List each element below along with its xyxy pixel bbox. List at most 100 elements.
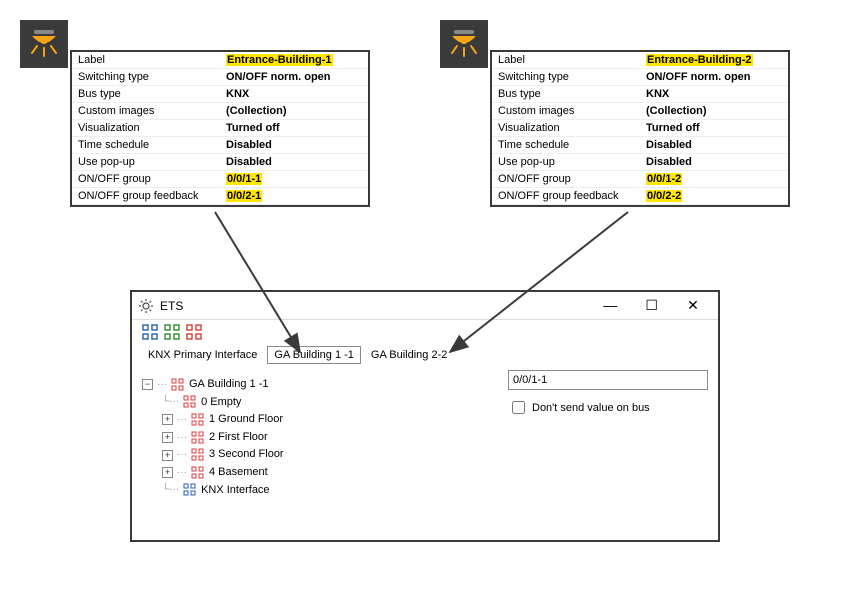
ets-window: ETS — ☐ ✕ KNX Primary Interface GA Build… [130, 290, 720, 542]
prop-row: Use pop-upDisabled [72, 154, 368, 171]
prop-key: ON/OFF group [492, 171, 640, 188]
gear-icon [138, 298, 154, 314]
prop-val: 0/0/2-2 [640, 188, 788, 205]
prop-val: Disabled [640, 154, 788, 171]
prop-row: Bus typeKNX [72, 86, 368, 103]
expand-icon[interactable]: + [162, 414, 173, 425]
tree-node-label: 4 Basement [209, 464, 268, 482]
prop-val: (Collection) [640, 103, 788, 120]
tree-node-label: 0 Empty [201, 394, 241, 412]
group-address-input[interactable] [508, 370, 708, 390]
prop-val: Entrance-Building-1 [220, 52, 368, 69]
collapse-icon[interactable]: − [142, 379, 153, 390]
prop-key: Bus type [492, 86, 640, 103]
group-icon [191, 431, 205, 445]
tree-root-row[interactable]: −··· GA Building 1 -1 [142, 376, 498, 394]
group-icon [171, 378, 185, 392]
prop-val: ON/OFF norm. open [220, 69, 368, 86]
prop-val: Entrance-Building-2 [640, 52, 788, 69]
prop-row: Use pop-upDisabled [492, 154, 788, 171]
dont-send-checkbox[interactable] [512, 401, 525, 414]
prop-row: Custom images(Collection) [492, 103, 788, 120]
group-icon [191, 413, 205, 427]
light-icon-box-2 [440, 20, 488, 68]
tree-node-row[interactable]: +··· 2 First Floor [162, 429, 498, 447]
prop-row: Switching typeON/OFF norm. open [492, 69, 788, 86]
toolbar-icon-green[interactable] [164, 324, 180, 340]
tree-node-label: 2 First Floor [209, 429, 268, 447]
interface-icon [183, 483, 197, 497]
prop-key: ON/OFF group feedback [492, 188, 640, 205]
prop-key: Label [492, 52, 640, 69]
tree-node-row[interactable]: └··· KNX Interface [162, 482, 498, 500]
prop-row: Bus typeKNX [492, 86, 788, 103]
prop-key: ON/OFF group [72, 171, 220, 188]
prop-key: Use pop-up [72, 154, 220, 171]
expand-icon[interactable]: + [162, 467, 173, 478]
prop-key: Visualization [72, 120, 220, 137]
prop-row: Switching typeON/OFF norm. open [72, 69, 368, 86]
prop-row: ON/OFF group0/0/1-2 [492, 171, 788, 188]
ets-titlebar: ETS — ☐ ✕ [132, 292, 718, 320]
prop-row: ON/OFF group feedback0/0/2-2 [492, 188, 788, 205]
prop-row: LabelEntrance-Building-2 [492, 52, 788, 69]
expand-icon[interactable]: + [162, 450, 173, 461]
property-panel-2: LabelEntrance-Building-2 Switching typeO… [490, 50, 790, 207]
dont-send-checkbox-row[interactable]: Don't send value on bus [508, 398, 708, 417]
light-icon [446, 26, 482, 62]
tree-node-label: KNX Interface [201, 482, 269, 500]
close-button[interactable]: ✕ [674, 297, 712, 314]
expand-icon[interactable]: + [162, 432, 173, 443]
light-icon [26, 26, 62, 62]
tree-node-row[interactable]: +··· 1 Ground Floor [162, 411, 498, 429]
prop-val: Disabled [220, 154, 368, 171]
prop-val: Turned off [220, 120, 368, 137]
prop-row: VisualizationTurned off [492, 120, 788, 137]
prop-val: Disabled [220, 137, 368, 154]
prop-key: Label [72, 52, 220, 69]
prop-val: ON/OFF norm. open [640, 69, 788, 86]
tree-node-row[interactable]: └··· 0 Empty [162, 394, 498, 412]
property-panel-1: LabelEntrance-Building-1 Switching typeO… [70, 50, 370, 207]
prop-val: (Collection) [220, 103, 368, 120]
prop-val: Turned off [640, 120, 788, 137]
prop-key: Bus type [72, 86, 220, 103]
minimize-button[interactable]: — [591, 297, 629, 313]
window-controls: — ☐ ✕ [591, 297, 712, 314]
prop-val: 0/0/1-1 [220, 171, 368, 188]
ets-title: ETS [160, 299, 183, 313]
prop-key: Switching type [492, 69, 640, 86]
prop-row: ON/OFF group feedback0/0/2-1 [72, 188, 368, 205]
prop-key: Time schedule [492, 137, 640, 154]
group-icon [191, 466, 205, 480]
maximize-button[interactable]: ☐ [633, 297, 671, 314]
ets-toolbar [132, 320, 718, 344]
tab-knx-primary[interactable]: KNX Primary Interface [142, 347, 263, 363]
prop-key: Visualization [492, 120, 640, 137]
tab-ga-building-1[interactable]: GA Building 1 -1 [267, 346, 361, 364]
toolbar-icon-red[interactable] [186, 324, 202, 340]
ets-tabs: KNX Primary Interface GA Building 1 -1 G… [132, 344, 718, 368]
prop-key: Custom images [72, 103, 220, 120]
prop-key: Use pop-up [492, 154, 640, 171]
tree-node-row[interactable]: +··· 4 Basement [162, 464, 498, 482]
tree-node-label: 3 Second Floor [209, 446, 284, 464]
prop-row: LabelEntrance-Building-1 [72, 52, 368, 69]
prop-key: Switching type [72, 69, 220, 86]
tree-root-label: GA Building 1 -1 [189, 376, 269, 394]
prop-key: ON/OFF group feedback [72, 188, 220, 205]
dont-send-label: Don't send value on bus [532, 402, 650, 414]
prop-val: KNX [640, 86, 788, 103]
prop-row: VisualizationTurned off [72, 120, 368, 137]
ets-right-pane: Don't send value on bus [508, 374, 708, 499]
toolbar-icon-blue[interactable] [142, 324, 158, 340]
prop-val: 0/0/2-1 [220, 188, 368, 205]
group-icon [191, 448, 205, 462]
tab-ga-building-2[interactable]: GA Building 2-2 [365, 347, 453, 363]
group-icon [183, 395, 197, 409]
prop-row: Time scheduleDisabled [72, 137, 368, 154]
property-table-1: LabelEntrance-Building-1 Switching typeO… [72, 52, 368, 205]
prop-val: 0/0/1-2 [640, 171, 788, 188]
tree-node-row[interactable]: +··· 3 Second Floor [162, 446, 498, 464]
property-table-2: LabelEntrance-Building-2 Switching typeO… [492, 52, 788, 205]
